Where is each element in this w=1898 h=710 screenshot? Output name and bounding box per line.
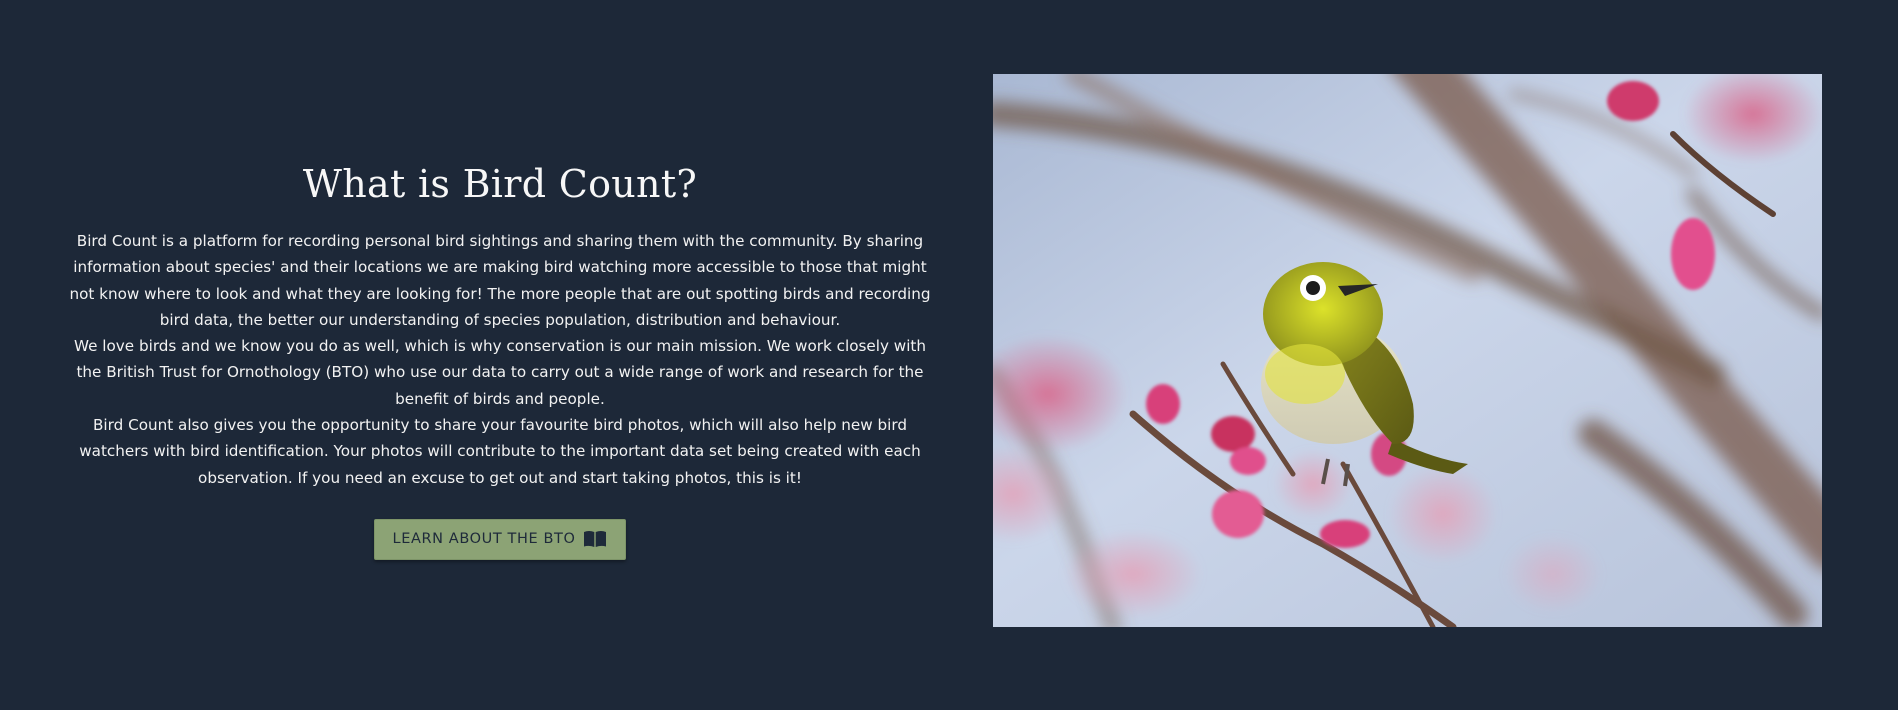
book-open-icon bbox=[583, 530, 607, 548]
about-paragraph-3: Bird Count also gives you the opportunit… bbox=[79, 416, 921, 487]
about-section: What is Bird Count? Bird Count is a plat… bbox=[0, 0, 1898, 710]
bird-photo bbox=[993, 74, 1822, 627]
about-paragraph-2: We love birds and we know you do as well… bbox=[73, 337, 927, 408]
learn-about-bto-button[interactable]: LEARN ABOUT THE BTO bbox=[373, 518, 627, 560]
about-paragraph-1: Bird Count is a platform for recording p… bbox=[69, 232, 931, 329]
section-title: What is Bird Count? bbox=[302, 162, 698, 206]
learn-about-bto-label: LEARN ABOUT THE BTO bbox=[392, 531, 576, 548]
about-text-column: What is Bird Count? Bird Count is a plat… bbox=[60, 150, 940, 560]
